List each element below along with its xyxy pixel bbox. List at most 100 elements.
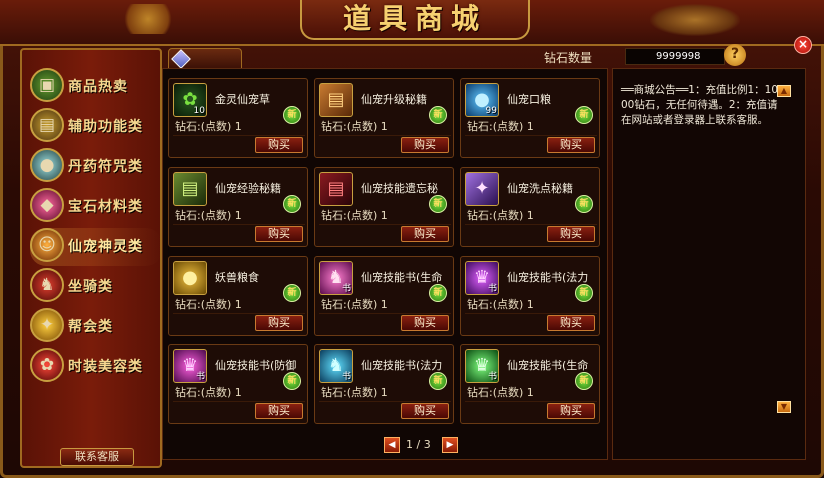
item-name: 妖兽粮食 <box>215 271 259 284</box>
item-name: 仙宠技能书(防御 <box>215 359 297 372</box>
item-price: 钻石:(点数) 1 <box>321 298 388 311</box>
sidebar-item-label: 时装美容类 <box>68 359 143 375</box>
item-name: 仙宠技能书(法力 <box>507 271 589 284</box>
item-name: 仙宠技能书(法力 <box>361 359 443 372</box>
divider <box>465 224 597 225</box>
new-badge: 新 <box>283 372 301 390</box>
notice-text: ══商城公告══1：充值比例1：1000钻石，无任何待遇。2：充值请在网站或者登… <box>621 84 779 126</box>
page-indicator: 1 / 3 <box>406 438 431 451</box>
item-price: 钻石:(点数) 1 <box>467 298 534 311</box>
item-card: ♛ 书 仙宠技能书(生命 钻石:(点数) 1 新 购买 <box>460 344 600 424</box>
scroll-down-button[interactable]: ▼ <box>777 401 791 413</box>
sidebar-item-label: 丹药符咒类 <box>68 159 143 175</box>
tab-active[interactable] <box>168 48 242 70</box>
dragon-decoration <box>650 4 740 36</box>
new-badge: 新 <box>575 106 593 124</box>
sidebar-item-label: 帮会类 <box>68 319 113 335</box>
buy-button[interactable]: 购买 <box>255 315 303 331</box>
skill-book-icon: ♛ 书 <box>465 261 499 295</box>
sidebar-item-hot[interactable]: ▣ 商品热卖 <box>30 68 162 106</box>
book-icon: ▤ <box>30 108 64 142</box>
water-drop-icon: ● 99 <box>465 83 499 117</box>
skill-book-icon: ♛ 书 <box>173 349 207 383</box>
item-name: 仙宠技能书(生命 <box>361 271 443 284</box>
book-icon: ▤ <box>319 83 353 117</box>
sidebar-item-fashion[interactable]: ✿ 时装美容类 <box>30 348 162 386</box>
skill-book-icon: ♛ 书 <box>465 349 499 383</box>
notice-panel: ══商城公告══1：充值比例1：1000钻石，无任何待遇。2：充值请在网站或者登… <box>612 68 806 460</box>
diamond-balance: 钻石数量 9999998 <box>530 48 740 66</box>
divider <box>173 135 305 136</box>
sidebar-item-guild[interactable]: ✦ 帮会类 <box>30 308 162 346</box>
prev-page-button[interactable]: ◀ <box>384 437 400 453</box>
item-card: ♞ 书 仙宠技能书(生命 钻石:(点数) 1 新 购买 <box>314 256 454 336</box>
item-card: ✦ 仙宠洗点秘籍 钻石:(点数) 1 新 购买 <box>460 167 600 247</box>
sidebar-item-gem[interactable]: ◆ 宝石材料类 <box>30 188 162 226</box>
item-price: 钻石:(点数) 1 <box>321 120 388 133</box>
skill-book-icon: ♞ 书 <box>319 349 353 383</box>
new-badge: 新 <box>283 106 301 124</box>
buy-button[interactable]: 购买 <box>401 137 449 153</box>
gem-icon: ◆ <box>30 188 64 222</box>
item-name: 仙宠升级秘籍 <box>361 93 427 106</box>
item-name: 仙宠技能书(生命 <box>507 359 589 372</box>
new-badge: 新 <box>429 372 447 390</box>
item-price: 钻石:(点数) 1 <box>175 209 242 222</box>
diamond-label: 钻石数量 <box>544 51 593 65</box>
buy-button[interactable]: 购买 <box>547 403 595 419</box>
treasure-decoration <box>118 4 178 34</box>
item-card: ♛ 书 仙宠技能书(法力 钻石:(点数) 1 新 购买 <box>460 256 600 336</box>
book-icon: ▤ <box>173 172 207 206</box>
sidebar-item-potion[interactable]: ● 丹药符咒类 <box>30 148 162 186</box>
buy-button[interactable]: 购买 <box>401 403 449 419</box>
gem-icon <box>171 49 191 69</box>
close-button[interactable]: × <box>794 36 812 54</box>
buy-button[interactable]: 购买 <box>401 226 449 242</box>
buy-button[interactable]: 购买 <box>547 315 595 331</box>
item-price: 钻石:(点数) 1 <box>175 298 242 311</box>
item-card: ▤ 仙宠经验秘籍 钻石:(点数) 1 新 购买 <box>168 167 308 247</box>
divider <box>173 224 305 225</box>
item-price: 钻石:(点数) 1 <box>321 386 388 399</box>
help-icon[interactable]: ? <box>724 44 746 66</box>
buy-button[interactable]: 购买 <box>255 403 303 419</box>
buy-button[interactable]: 购买 <box>401 315 449 331</box>
sidebar-item-pet[interactable]: ☺ 仙宠神灵类 <box>30 228 162 266</box>
title-plaque: 道具商城 <box>300 0 530 40</box>
item-price: 钻石:(点数) 1 <box>321 209 388 222</box>
buy-button[interactable]: 购买 <box>255 137 303 153</box>
fashion-icon: ✿ <box>30 348 64 382</box>
new-badge: 新 <box>429 195 447 213</box>
orb-icon: ● <box>30 148 64 182</box>
divider <box>465 313 597 314</box>
divider <box>319 224 451 225</box>
new-badge: 新 <box>429 284 447 302</box>
page-title: 道具商城 <box>342 2 487 35</box>
buy-button[interactable]: 购买 <box>547 137 595 153</box>
new-badge: 新 <box>429 106 447 124</box>
new-badge: 新 <box>575 284 593 302</box>
herb-icon: ✿ 10 <box>173 83 207 117</box>
item-price: 钻石:(点数) 1 <box>175 386 242 399</box>
pet-icon: ☺ <box>30 228 64 262</box>
new-badge: 新 <box>283 284 301 302</box>
item-card: ▤ 仙宠技能遗忘秘 钻石:(点数) 1 新 购买 <box>314 167 454 247</box>
scroll-up-button[interactable]: ▲ <box>777 85 791 97</box>
buy-button[interactable]: 购买 <box>255 226 303 242</box>
contact-support-button[interactable]: 联系客服 <box>60 448 134 466</box>
buy-button[interactable]: 购买 <box>547 226 595 242</box>
divider <box>319 135 451 136</box>
item-price: 钻石:(点数) 1 <box>175 120 242 133</box>
item-card: ♞ 书 仙宠技能书(法力 钻石:(点数) 1 新 购买 <box>314 344 454 424</box>
next-page-button[interactable]: ▶ <box>442 437 458 453</box>
sidebar-item-label: 仙宠神灵类 <box>68 239 143 255</box>
sidebar-item-label: 宝石材料类 <box>68 199 143 215</box>
sidebar-item-utility[interactable]: ▤ 辅助功能类 <box>30 108 162 146</box>
item-name: 仙宠洗点秘籍 <box>507 182 573 195</box>
divider <box>319 401 451 402</box>
diamond-value: 9999998 <box>625 48 725 65</box>
item-card: ● 妖兽粮食 钻石:(点数) 1 新 购买 <box>168 256 308 336</box>
sidebar-item-mount[interactable]: ♞ 坐骑类 <box>30 268 162 306</box>
book-icon: ✦ <box>465 172 499 206</box>
item-name: 金灵仙宠草 <box>215 93 270 106</box>
